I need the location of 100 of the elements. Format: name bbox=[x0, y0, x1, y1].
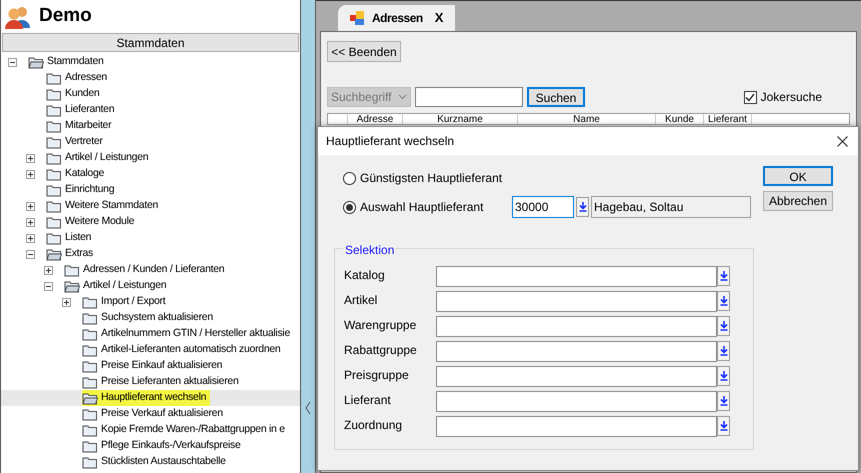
tree-item[interactable]: Extras bbox=[65, 246, 93, 262]
cancel-button[interactable]: Abbrechen bbox=[763, 191, 833, 211]
tree-item[interactable]: Stücklisten Austauschtabelle bbox=[101, 454, 226, 470]
tree-item[interactable]: Einrichtung bbox=[65, 182, 114, 198]
checkbox[interactable] bbox=[744, 90, 757, 104]
checkbox-label: Jokersuche bbox=[760, 89, 822, 106]
tree-item[interactable]: Preise Einkauf aktualisieren bbox=[101, 358, 222, 374]
folder-icon bbox=[46, 168, 62, 180]
download-arrow-icon bbox=[720, 296, 728, 306]
folder-icon bbox=[46, 120, 62, 132]
selection-field[interactable] bbox=[436, 366, 717, 387]
lookup-button[interactable] bbox=[717, 341, 730, 361]
lookup-button[interactable] bbox=[717, 266, 730, 286]
lookup-button[interactable] bbox=[717, 416, 730, 436]
expand-toggle[interactable] bbox=[62, 298, 71, 306]
selection-field[interactable] bbox=[436, 316, 717, 337]
folder-icon bbox=[82, 360, 98, 372]
folder-icon bbox=[82, 344, 98, 356]
lookup-button[interactable] bbox=[717, 316, 730, 336]
tree-item[interactable]: Artikel-Lieferanten automatisch zuordnen bbox=[101, 342, 280, 358]
ok-button[interactable]: OK bbox=[763, 166, 833, 186]
column-header[interactable]: Name bbox=[518, 114, 656, 124]
selection-field[interactable] bbox=[436, 291, 717, 312]
tree-item[interactable]: Kataloge bbox=[65, 166, 104, 182]
field-label: Artikel bbox=[344, 292, 378, 309]
field-label: Rabattgruppe bbox=[344, 342, 418, 359]
folder-icon bbox=[46, 88, 62, 100]
tree-item[interactable]: Vertreter bbox=[65, 134, 103, 150]
collapse-toggle[interactable] bbox=[8, 58, 17, 66]
tree-item[interactable]: Listen bbox=[65, 230, 92, 246]
expand-toggle[interactable] bbox=[26, 218, 35, 226]
tree-item[interactable]: Artikel / Leistungen bbox=[65, 150, 148, 166]
folder-icon bbox=[46, 184, 62, 196]
tree-item[interactable]: Preise Verkauf aktualisieren bbox=[101, 406, 223, 422]
selection-field[interactable] bbox=[436, 416, 717, 437]
lookup-button[interactable] bbox=[717, 291, 730, 311]
back-button[interactable]: << Beenden bbox=[327, 41, 401, 62]
selection-field[interactable] bbox=[436, 341, 717, 362]
column-header[interactable]: Kunde bbox=[656, 114, 704, 124]
field-label: Preisgruppe bbox=[344, 367, 410, 384]
tree-item[interactable]: Adressen bbox=[65, 70, 107, 86]
folder-icon bbox=[46, 200, 62, 212]
tree-item[interactable]: Artikel / Leistungen bbox=[83, 278, 166, 294]
supplier-number-field[interactable]: 30000 bbox=[512, 196, 574, 218]
folder-icon bbox=[82, 440, 98, 452]
expand-toggle[interactable] bbox=[26, 234, 35, 242]
tab[interactable]: Adressen X bbox=[338, 5, 456, 31]
tree-item[interactable]: Mitarbeiter bbox=[65, 118, 112, 134]
tree-item[interactable]: Kunden bbox=[65, 86, 100, 102]
folder-icon bbox=[82, 296, 98, 308]
column-header[interactable]: Adresse bbox=[348, 114, 403, 124]
supplier-name-field[interactable]: Hagebau, Soltau bbox=[591, 196, 751, 218]
folder-icon bbox=[46, 216, 62, 228]
lookup-button[interactable] bbox=[717, 391, 730, 411]
expand-toggle[interactable] bbox=[26, 202, 35, 210]
folder-icon bbox=[82, 424, 98, 436]
column-header[interactable]: Lieferant bbox=[704, 114, 752, 124]
folder-icon bbox=[46, 72, 62, 84]
expand-toggle[interactable] bbox=[44, 266, 53, 274]
tree-item[interactable]: Suchsystem aktualisieren bbox=[101, 310, 213, 326]
expand-toggle[interactable] bbox=[26, 170, 35, 178]
tree-item[interactable]: Import / Export bbox=[101, 294, 166, 310]
open-folder-icon bbox=[64, 280, 80, 292]
lookup-button[interactable] bbox=[717, 366, 730, 386]
expand-toggle[interactable] bbox=[26, 154, 35, 162]
lookup-button[interactable] bbox=[576, 197, 589, 217]
radio-button[interactable] bbox=[343, 172, 356, 184]
tree-item[interactable]: Lieferanten bbox=[65, 102, 114, 118]
tree-item[interactable]: Preise Lieferanten aktualisieren bbox=[101, 374, 238, 390]
collapse-toggle[interactable] bbox=[26, 250, 35, 258]
download-arrow-icon bbox=[720, 321, 728, 331]
tree-item[interactable]: Adressen / Kunden / Lieferanten bbox=[83, 262, 224, 278]
download-arrow-icon bbox=[720, 346, 728, 356]
tree-item[interactable]: Artikelnummern GTIN / Hersteller aktualisie bbox=[101, 326, 290, 342]
download-arrow-icon bbox=[720, 396, 728, 406]
radio-label[interactable]: Günstigsten Hauptlieferant bbox=[360, 169, 504, 187]
dialog-title: Hauptlieferant wechseln bbox=[326, 133, 454, 150]
field-label: Lieferant bbox=[344, 392, 392, 409]
tree-item[interactable]: Pflege Einkaufs-/Verkaufspreise bbox=[101, 438, 241, 454]
radio-button[interactable] bbox=[343, 200, 356, 214]
search-field[interactable] bbox=[415, 87, 523, 107]
column-header[interactable]: Kurzname bbox=[403, 114, 518, 124]
tree-item[interactable]: Kopie Fremde Waren-/Rabattgruppen in e bbox=[101, 422, 285, 438]
folder-icon bbox=[82, 408, 98, 420]
close-icon[interactable] bbox=[837, 136, 848, 146]
section-header: Stammdaten bbox=[2, 33, 299, 52]
close-tab-button[interactable]: X bbox=[434, 8, 444, 28]
folder-icon bbox=[46, 232, 62, 244]
folder-icon bbox=[82, 312, 98, 324]
radio-label[interactable]: Auswahl Hauptlieferant bbox=[360, 198, 504, 216]
download-arrow-icon bbox=[720, 271, 728, 281]
selection-field[interactable] bbox=[436, 391, 717, 412]
selection-field[interactable] bbox=[436, 266, 717, 287]
tree-item[interactable]: Weitere Stammdaten bbox=[65, 198, 158, 214]
collapse-toggle[interactable] bbox=[44, 282, 53, 290]
search-button[interactable]: Suchen bbox=[527, 87, 585, 107]
tree-item[interactable]: Weitere Module bbox=[65, 214, 134, 230]
field-label: Katalog bbox=[344, 267, 386, 284]
field-label: Warengruppe bbox=[344, 317, 418, 334]
tree-item[interactable]: Stammdaten bbox=[47, 54, 104, 70]
